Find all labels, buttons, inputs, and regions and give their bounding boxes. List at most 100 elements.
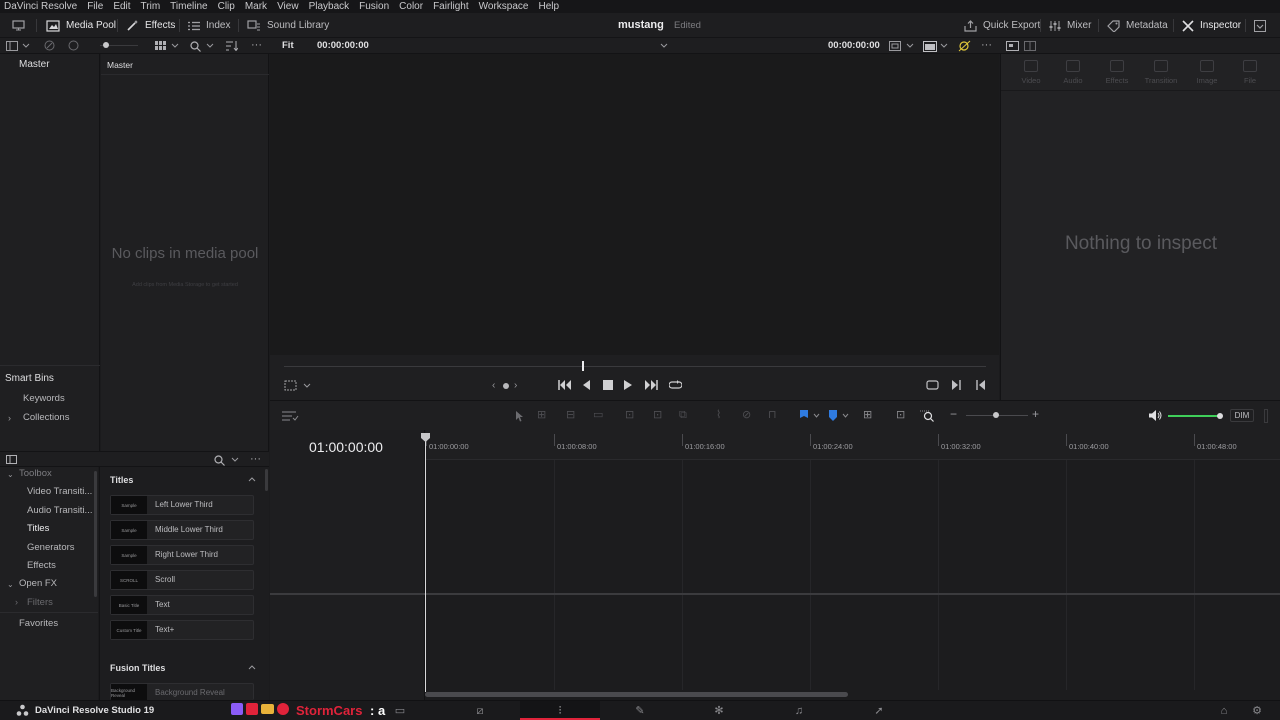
title-card-scroll[interactable]: SCROLL Scroll: [110, 570, 254, 590]
play-icon[interactable]: [624, 380, 632, 390]
viewer-playhead[interactable]: [582, 361, 584, 371]
tree-toolbox[interactable]: Toolbox: [19, 468, 52, 479]
menu-edit[interactable]: Edit: [113, 0, 130, 13]
display-icon[interactable]: [1006, 41, 1019, 51]
inspector-button[interactable]: Inspector: [1182, 13, 1241, 38]
next-edit-icon[interactable]: [952, 380, 961, 390]
menu-view[interactable]: View: [277, 0, 299, 13]
page-color-icon[interactable]: ✻: [712, 704, 726, 718]
list-scrollbar[interactable]: [265, 469, 268, 491]
volume-icon[interactable]: [1149, 410, 1162, 421]
menu-fusion[interactable]: Fusion: [359, 0, 389, 13]
menu-file[interactable]: File: [87, 0, 103, 13]
sound-library-button[interactable]: Sound Library: [247, 13, 329, 38]
page-fairlight-icon[interactable]: ♫: [792, 704, 806, 718]
timeline-zoom-handle[interactable]: [993, 412, 999, 418]
chevron-down-icon[interactable]: [206, 43, 214, 49]
jog-left-icon[interactable]: ‹: [492, 380, 495, 391]
chevron-down-icon[interactable]: [940, 43, 948, 49]
blade-tool-icon[interactable]: ▭: [593, 410, 603, 421]
home-icon[interactable]: ⌂: [1217, 704, 1231, 718]
chevron-up-icon[interactable]: [248, 664, 256, 670]
playhead-marker-icon[interactable]: [421, 433, 430, 442]
chevron-down-icon[interactable]: ⌄: [7, 469, 14, 480]
detail-zoom-icon[interactable]: ⊡: [896, 410, 905, 421]
gear-icon[interactable]: ⚙: [1250, 704, 1264, 718]
chevron-down-icon[interactable]: [660, 43, 668, 49]
timeline-scrollbar[interactable]: [425, 692, 848, 697]
search-icon[interactable]: [190, 41, 201, 52]
title-card-left-lower-third[interactable]: Sample Left Lower Third: [110, 495, 254, 515]
metadata-button[interactable]: Metadata: [1107, 13, 1168, 38]
marker-icon[interactable]: [829, 410, 837, 421]
menu-timeline[interactable]: Timeline: [170, 0, 207, 13]
clip-bounds-icon[interactable]: [284, 380, 297, 391]
page-media-icon[interactable]: ▭: [393, 704, 407, 718]
dynamic-trim-icon[interactable]: ⊟: [566, 410, 575, 421]
tree-favorites[interactable]: Favorites: [19, 618, 58, 629]
chevron-down-icon[interactable]: [842, 413, 849, 418]
audio-scrub-icon[interactable]: [958, 40, 971, 52]
mixer-button[interactable]: Mixer: [1049, 13, 1091, 38]
linked-selection-icon[interactable]: ⊘: [742, 410, 751, 421]
inspector-tab-audio[interactable]: Audio: [1053, 60, 1093, 85]
jog-right-icon[interactable]: ›: [514, 380, 517, 391]
more-options-icon[interactable]: ···: [250, 452, 261, 468]
replace-clip-icon[interactable]: ⧉: [679, 410, 687, 421]
chevron-down-icon[interactable]: ⌄: [7, 579, 14, 590]
audio-meter-toggle[interactable]: [1264, 409, 1268, 423]
chevron-down-icon[interactable]: [22, 43, 30, 49]
chevron-right-icon[interactable]: ›: [8, 413, 11, 424]
inspector-tab-video[interactable]: Video: [1011, 60, 1051, 85]
menu-color[interactable]: Color: [399, 0, 423, 13]
insert-clip-icon[interactable]: ⊡: [625, 410, 634, 421]
panel-layout-icon[interactable]: [6, 41, 18, 51]
inspector-tab-effects[interactable]: Effects: [1097, 60, 1137, 85]
tree-generators[interactable]: Generators: [27, 542, 75, 553]
tree-open-fx[interactable]: Open FX: [19, 578, 57, 589]
menu-trim[interactable]: Trim: [141, 0, 161, 13]
zoom-out-icon[interactable]: −: [950, 408, 957, 420]
jog-wheel-dot[interactable]: [503, 383, 509, 389]
title-card-text[interactable]: Basic Title Text: [110, 595, 254, 615]
tree-filters[interactable]: Filters: [27, 597, 53, 608]
timeline-viewer[interactable]: [270, 54, 999, 355]
chevron-up-icon[interactable]: [248, 476, 256, 482]
dim-button[interactable]: DIM: [1230, 409, 1254, 422]
menu-mark[interactable]: Mark: [245, 0, 267, 13]
inspector-tab-file[interactable]: File: [1230, 60, 1270, 85]
search-icon[interactable]: [214, 455, 225, 466]
loop-icon[interactable]: [669, 379, 682, 391]
position-lock-icon[interactable]: ⊓: [768, 410, 777, 421]
inspector-tab-transition[interactable]: Transition: [1141, 60, 1181, 85]
full-extent-zoom-icon[interactable]: ⊞: [863, 410, 872, 421]
menu-help[interactable]: Help: [538, 0, 559, 13]
smart-bin-keywords[interactable]: Keywords: [23, 393, 65, 404]
split-view-icon[interactable]: [1024, 41, 1036, 51]
timeline-options-icon[interactable]: [282, 410, 299, 422]
media-pool-button[interactable]: Media Pool: [46, 13, 116, 38]
grid-view-icon[interactable]: [155, 41, 166, 51]
title-card-middle-lower-third[interactable]: Sample Middle Lower Third: [110, 520, 254, 540]
panel-toggle-icon[interactable]: [6, 455, 17, 464]
tree-audio-transitions[interactable]: Audio Transiti...: [27, 505, 92, 516]
quick-export-button[interactable]: Quick Export: [964, 13, 1040, 38]
chevron-down-icon[interactable]: [303, 383, 311, 389]
tree-titles[interactable]: Titles: [27, 523, 49, 534]
safe-area-icon[interactable]: [889, 41, 901, 51]
snapping-icon[interactable]: ⌇: [716, 410, 721, 421]
title-card-text-plus[interactable]: Custom Title Text+: [110, 620, 254, 640]
index-button[interactable]: Index: [188, 13, 230, 38]
fusion-title-card-background-reveal[interactable]: Background Reveal Background Reveal: [110, 683, 254, 701]
page-cut-icon[interactable]: ⧄: [473, 704, 487, 718]
chevron-down-icon[interactable]: [813, 413, 820, 418]
link-clips-icon[interactable]: [44, 40, 55, 51]
master-bin-item[interactable]: Master: [19, 59, 50, 70]
viewer-mode-icon[interactable]: [923, 41, 937, 52]
match-frame-icon[interactable]: [926, 380, 939, 390]
menu-clip[interactable]: Clip: [218, 0, 235, 13]
menu-playback[interactable]: Playback: [309, 0, 350, 13]
menu-workspace[interactable]: Workspace: [479, 0, 529, 13]
tree-video-transitions[interactable]: Video Transiti...: [27, 486, 92, 497]
video-audio-divider[interactable]: [270, 593, 1280, 595]
